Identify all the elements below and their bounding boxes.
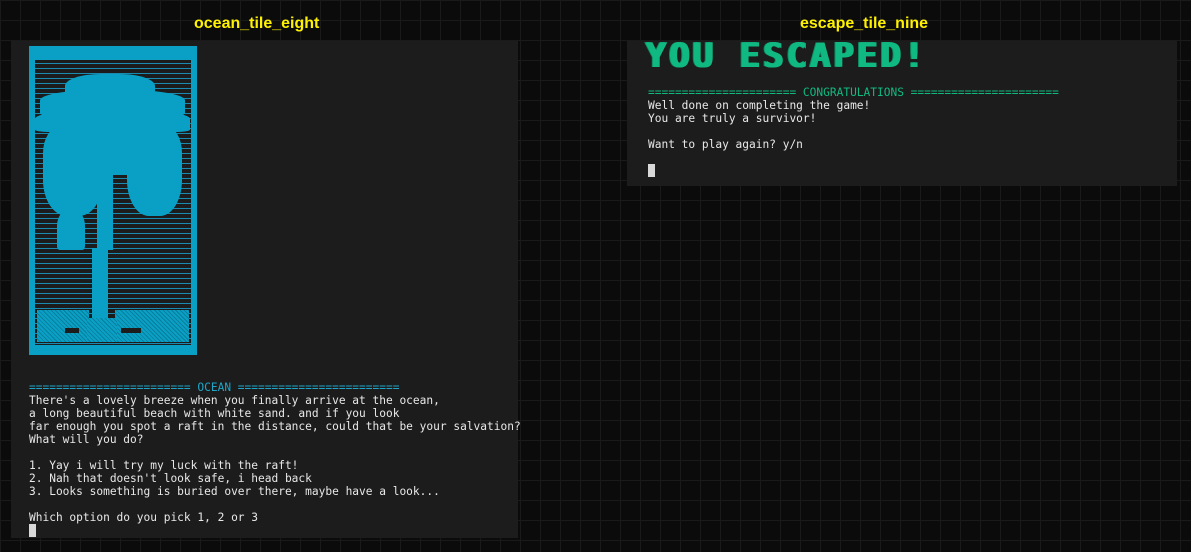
congrats-separator: ====================== CONGRATULATIONS =… [648,86,1059,99]
ocean-option-3: 3. Looks something is buried over there,… [29,485,440,498]
ocean-prompt: Which option do you pick 1, 2 or 3 [29,511,259,524]
escape-tile-title: escape_tile_nine [800,15,929,32]
cursor-icon[interactable] [29,524,36,537]
escape-line: Well done on completing the game! [648,99,871,112]
play-again-prompt: Want to play again? y/n [648,138,803,151]
ocean-line: There's a lovely breeze when you finally… [29,394,440,407]
escape-terminal[interactable]: YOU ESCAPED! ====================== CONG… [627,41,1177,186]
palm-tree-icon [35,60,191,345]
palm-tree-art [29,46,197,355]
escape-line: You are truly a survivor! [648,112,817,125]
ocean-line: a long beautiful beach with white sand. … [29,407,400,420]
ocean-line: What will you do? [29,433,144,446]
ocean-tile-title: ocean_tile_eight [194,15,320,32]
ocean-terminal[interactable]: ======================== OCEAN =========… [11,41,521,538]
ocean-line [29,498,521,511]
ocean-option-1: 1. Yay i will try my luck with the raft! [29,459,299,472]
escape-line [648,125,1059,138]
ocean-line: far enough you spot a raft in the distan… [29,420,521,433]
ocean-separator: ======================== OCEAN =========… [29,381,400,394]
escaped-banner: YOU ESCAPED! [645,41,927,76]
ocean-line [29,446,521,459]
cursor-icon[interactable] [648,164,655,177]
ocean-option-2: 2. Nah that doesn't look safe, i head ba… [29,472,312,485]
